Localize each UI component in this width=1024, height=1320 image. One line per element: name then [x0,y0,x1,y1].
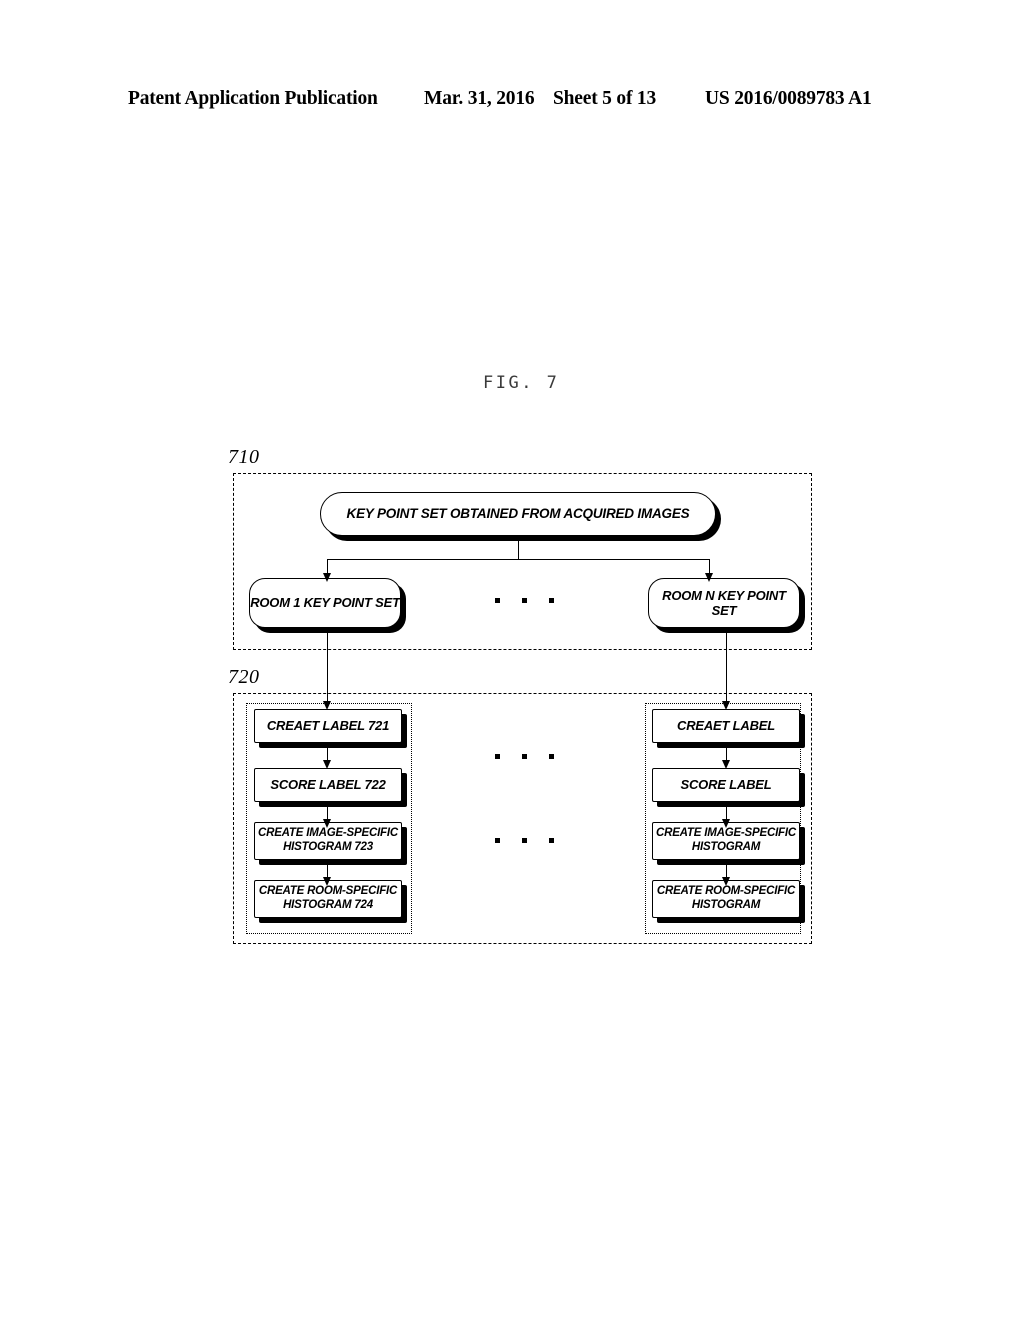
node-room-1-key-point-set: ROOM 1 KEY POINT SET [249,578,401,628]
node-room-n-key-point-set-label: ROOM N KEY POINT SET [662,587,786,618]
figure-7-diagram: 710 KEY POINT SET OBTAINED FROM ACQUIRED… [0,0,1024,1320]
node-create-room-specific-histogram-line1: CREATE ROOM-SPECIFIC [656,885,796,898]
node-score-label: SCORE LABEL [652,768,800,802]
node-key-point-set-obtained-label: KEY POINT SET OBTAINED FROM ACQUIRED IMA… [346,506,690,522]
node-room-1-key-point-set-label: ROOM 1 KEY POINT SET [250,595,400,611]
arrowhead-room-1-to-pipeline [322,701,331,710]
ellipsis-pipelines-lower [495,838,554,843]
arrowhead-step1-to-step2-right [721,760,730,769]
arrowhead-step2-to-step3-right [721,819,730,828]
group-ref-710: 710 [228,446,260,468]
connector-branch-bar [327,559,709,560]
ellipsis-dot [495,838,500,843]
node-create-room-specific-histogram-line2: HISTOGRAM [691,899,761,911]
node-creaet-label: CREAET LABEL [652,709,800,743]
group-ref-720: 720 [228,666,260,688]
node-key-point-set-obtained: KEY POINT SET OBTAINED FROM ACQUIRED IMA… [320,492,716,536]
ellipsis-dot [522,838,527,843]
ellipsis-pipelines-upper [495,754,554,759]
node-create-image-specific-histogram-723-line1: CREATE IMAGE-SPECIFIC [258,827,398,840]
node-score-label-722-label: SCORE LABEL 722 [270,777,386,793]
node-create-room-specific-histogram-724-line2: HISTOGRAM 724 [283,899,373,911]
ellipsis-rooms [495,598,554,603]
ellipsis-dot [549,754,554,759]
node-create-room-specific-histogram-724-line1: CREATE ROOM-SPECIFIC [258,885,398,898]
arrowhead-step2-to-step3-left [322,819,331,828]
node-creaet-label-label: CREAET LABEL [677,718,775,734]
connector-room-1-to-pipeline [327,628,328,704]
ellipsis-dot [495,598,500,603]
arrowhead-step1-to-step2-left [322,760,331,769]
ellipsis-dot [549,838,554,843]
ellipsis-dot [522,598,527,603]
node-create-image-specific-histogram-line2: HISTOGRAM [691,841,761,853]
node-create-image-specific-histogram-723-line2: HISTOGRAM 723 [283,841,373,853]
arrowhead-room-n-to-pipeline [721,701,730,710]
arrowhead-to-room-n [704,573,713,582]
node-creaet-label-721-label: CREAET LABEL 721 [266,718,390,734]
node-creaet-label-721: CREAET LABEL 721 [254,709,402,743]
ellipsis-dot [495,754,500,759]
node-room-n-key-point-set: ROOM N KEY POINT SET [648,578,800,628]
ellipsis-dot [549,598,554,603]
arrowhead-step3-to-step4-right [721,877,730,886]
arrowhead-to-room-1 [322,573,331,582]
node-create-image-specific-histogram-line1: CREATE IMAGE-SPECIFIC [656,827,796,840]
arrowhead-step3-to-step4-left [322,877,331,886]
node-score-label-722: SCORE LABEL 722 [254,768,402,802]
ellipsis-dot [522,754,527,759]
node-score-label-label: SCORE LABEL [680,777,772,793]
connector-room-n-to-pipeline [726,628,727,704]
